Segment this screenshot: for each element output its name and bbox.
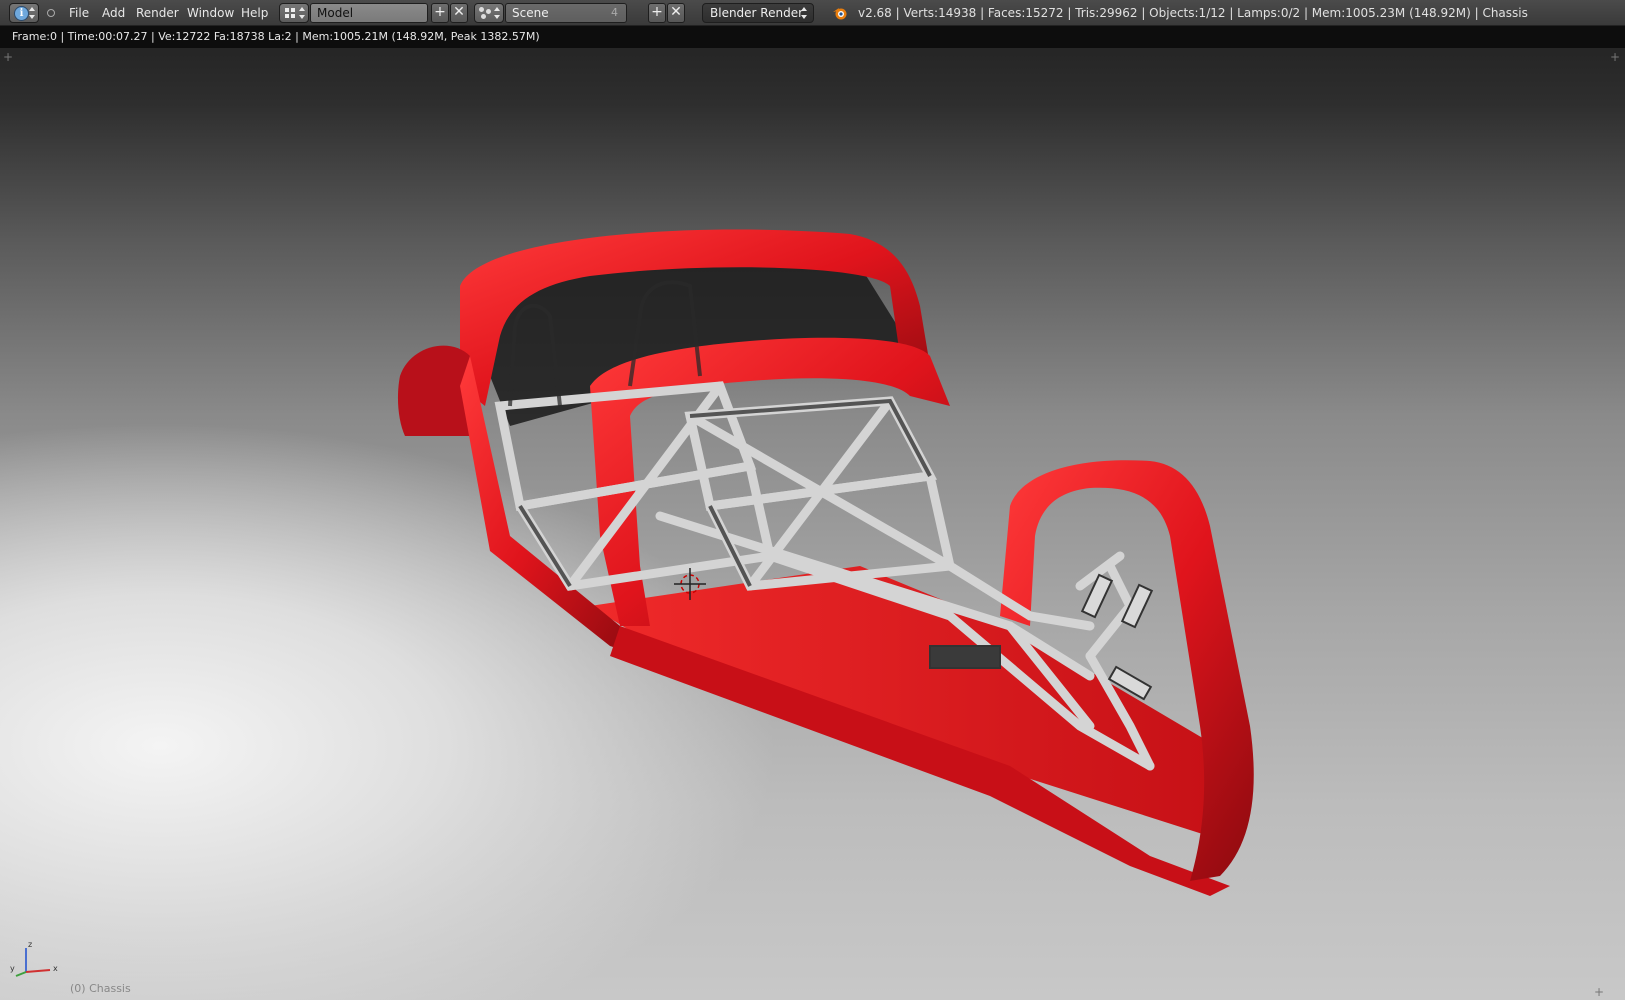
- delete-screen-button[interactable]: ✕: [450, 3, 468, 23]
- screen-layout-icon: [285, 8, 295, 18]
- area-split-top-right-icon[interactable]: +: [1610, 51, 1620, 63]
- menu-add[interactable]: Add: [102, 5, 125, 21]
- render-engine-label: Blender Render: [710, 6, 804, 20]
- info-header: i File Add Render Window Help Model + ✕ …: [0, 0, 1625, 26]
- collapse-menus-icon[interactable]: [47, 9, 55, 17]
- scene-users-count: 4: [611, 6, 618, 19]
- scene-icon: [479, 7, 492, 20]
- menu-help[interactable]: Help: [241, 5, 268, 21]
- updown-arrows-icon: [801, 7, 808, 19]
- axis-orientation-gizmo: z x y: [10, 940, 58, 977]
- updown-arrows-icon: [29, 7, 36, 19]
- area-split-top-left-icon[interactable]: +: [3, 51, 13, 63]
- menu-file[interactable]: File: [69, 5, 89, 21]
- render-info-bar: Frame:0 | Time:00:07.27 | Ve:12722 Fa:18…: [0, 26, 1625, 48]
- blender-logo-icon: [833, 8, 847, 20]
- add-screen-button[interactable]: +: [431, 3, 449, 23]
- render-engine-selector[interactable]: Blender Render: [702, 3, 814, 23]
- area-split-bottom-right-icon[interactable]: +: [1594, 986, 1604, 998]
- scene-selector[interactable]: [474, 3, 504, 23]
- editor-type-selector[interactable]: i: [9, 3, 39, 23]
- close-icon: ✕: [670, 4, 682, 20]
- scene-statistics: v2.68 | Verts:14938 | Faces:15272 | Tris…: [858, 6, 1528, 20]
- axis-y-label: y: [10, 964, 15, 973]
- rendered-chassis-model: [397, 229, 1254, 896]
- scene-name-field[interactable]: Scene 4: [505, 3, 627, 23]
- menu-window[interactable]: Window: [187, 5, 234, 21]
- menu-render[interactable]: Render: [136, 5, 179, 21]
- screen-layout-name-field[interactable]: Model: [310, 3, 428, 23]
- plus-icon: +: [651, 4, 663, 20]
- active-object-label: (0) Chassis: [70, 982, 131, 995]
- scene-name: Scene: [512, 6, 549, 20]
- info-icon: i: [14, 6, 29, 21]
- 3d-viewport[interactable]: Frame:0 | Time:00:07.27 | Ve:12722 Fa:18…: [0, 26, 1625, 1000]
- add-scene-button[interactable]: +: [648, 3, 666, 23]
- axis-z-label: z: [28, 940, 32, 949]
- updown-arrows-icon: [299, 7, 306, 19]
- updown-arrows-icon: [494, 7, 501, 19]
- axis-x-label: x: [53, 964, 58, 973]
- plus-icon: +: [434, 4, 446, 20]
- delete-scene-button[interactable]: ✕: [667, 3, 685, 23]
- close-icon: ✕: [453, 4, 465, 20]
- screen-layout-selector[interactable]: [279, 3, 309, 23]
